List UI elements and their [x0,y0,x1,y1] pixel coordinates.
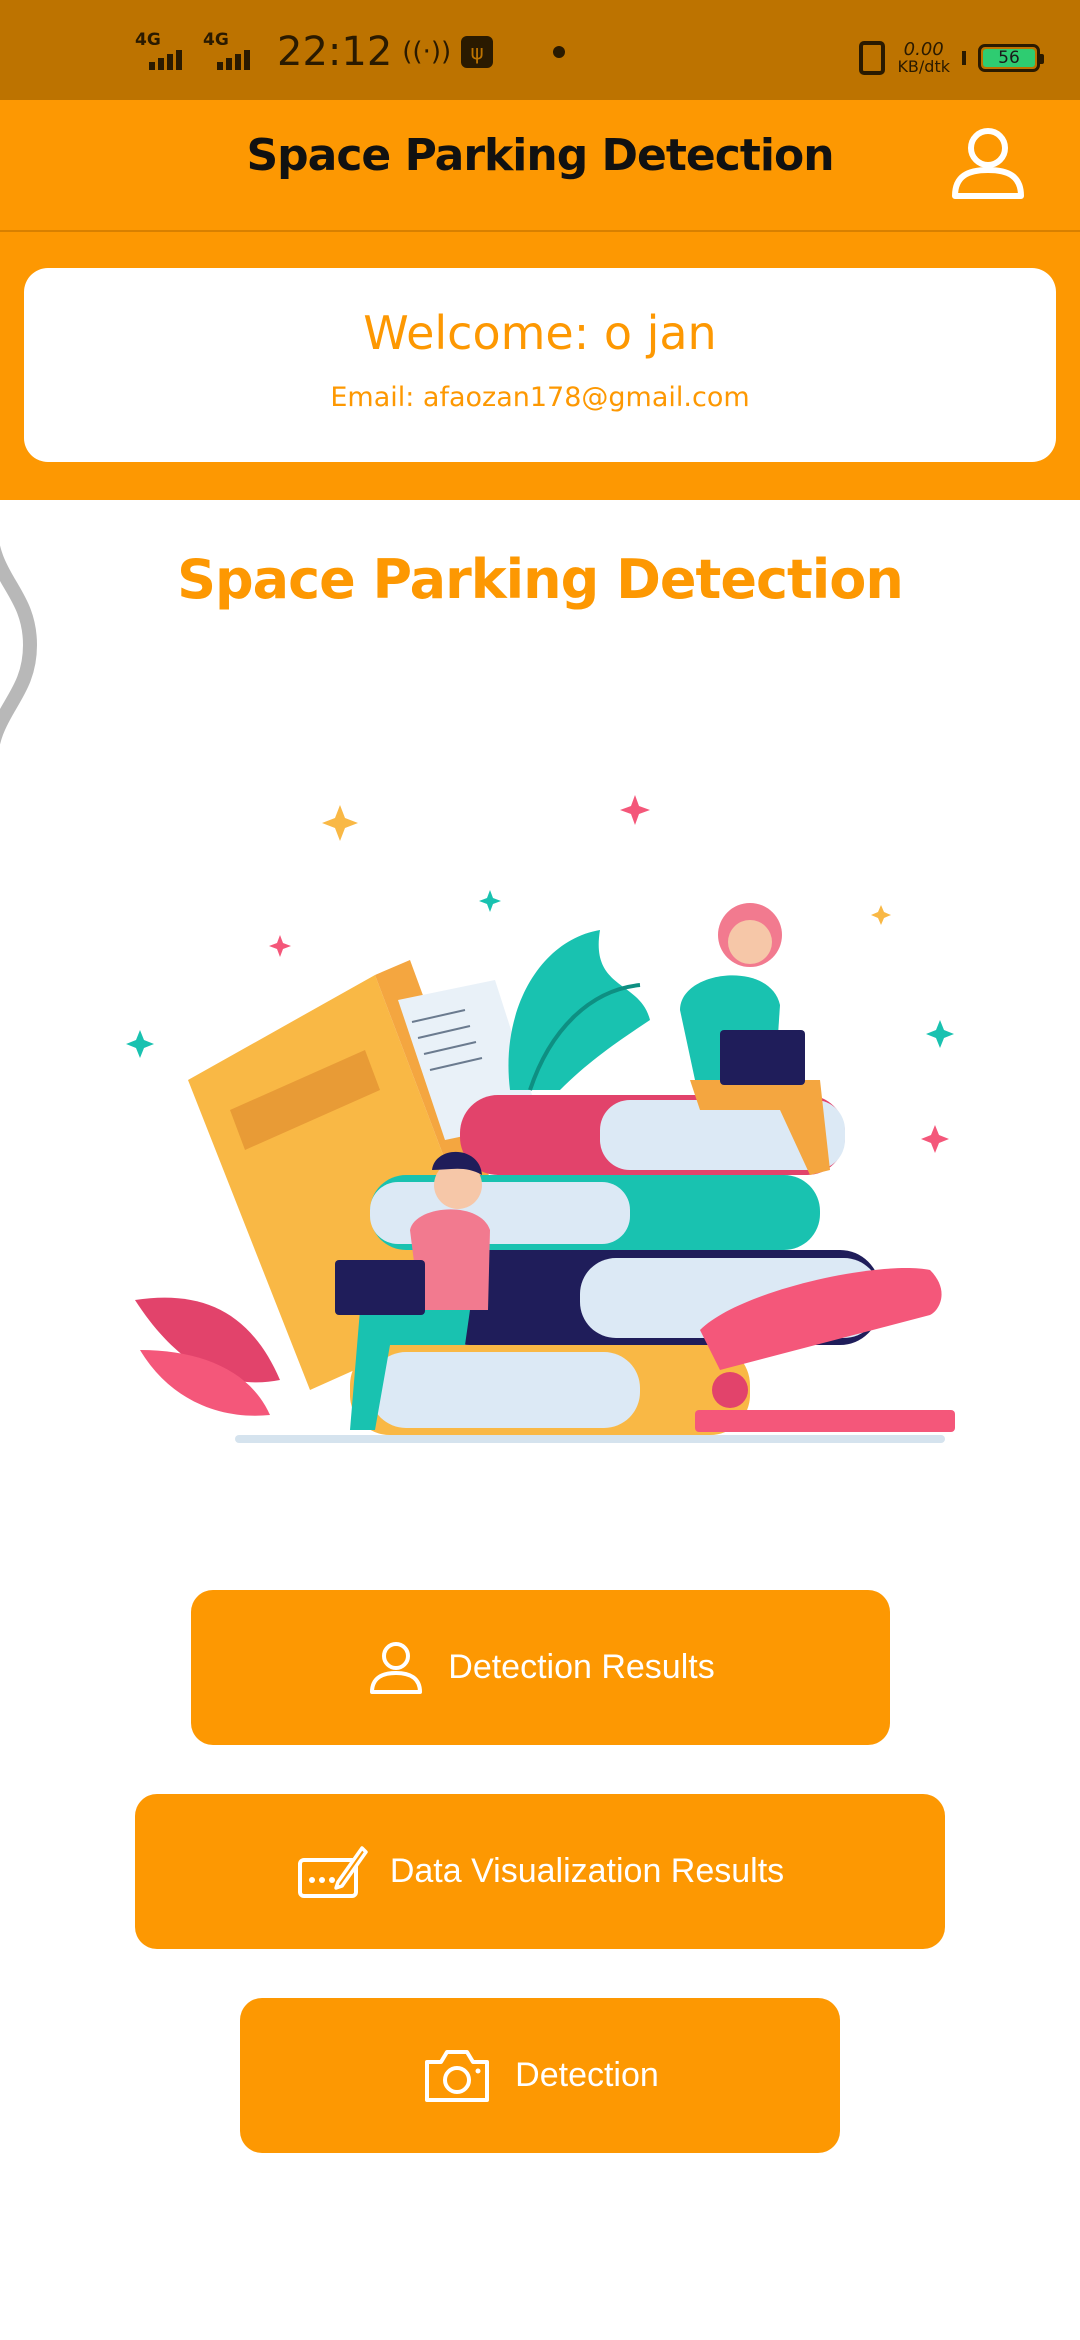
usb-icon: ψ [461,36,494,68]
people-reading-books-illustration [126,795,955,1443]
app-bar: Space Parking Detection [0,100,1080,232]
network-type-label: 4G [135,30,161,50]
charging-indicator-icon [962,51,966,65]
signal-icon: 4G [135,30,193,74]
battery-icon: 56 [978,44,1044,72]
network-type-label: 4G [203,30,229,50]
clock: 22:12 [277,29,393,75]
welcome-card: Welcome: o jan Email: afaozan178@gmail.c… [24,268,1056,462]
vibrate-icon [859,41,886,75]
network-speed: 0.00 KB/dtk [897,39,950,76]
page-title: Space Parking Detection [177,548,904,611]
signal-icon: 4G [203,30,261,74]
detection-results-button[interactable]: Detection Results [191,1590,890,1745]
button-label: Detection [515,2056,659,2094]
speed-value: 0.00 [903,39,944,60]
button-label: Detection Results [448,1648,715,1686]
welcome-text: Welcome: o jan [363,306,717,360]
speed-unit: KB/dtk [897,57,950,76]
notification-dot-icon [553,46,566,58]
user-icon[interactable] [948,124,1028,204]
sign-pen-icon [297,1845,368,1898]
welcome-section: Welcome: o jan Email: afaozan178@gmail.c… [0,232,1080,500]
user-icon [370,1641,423,1694]
user-email: Email: afaozan178@gmail.com [330,382,750,413]
hotspot-icon: ((·)) [402,37,452,67]
detection-button[interactable]: Detection [240,1998,840,2153]
camera-icon [425,2049,490,2102]
app-title: Space Parking Detection [246,130,834,181]
battery-level: 56 [983,48,1035,68]
status-bar: 4G 4G 22:12 ((·)) ψ 0.00 KB/dtk 56 [0,0,1080,100]
button-label: Data Visualization Results [389,1852,785,1890]
data-visualization-results-button[interactable]: Data Visualization Results [135,1794,945,1949]
